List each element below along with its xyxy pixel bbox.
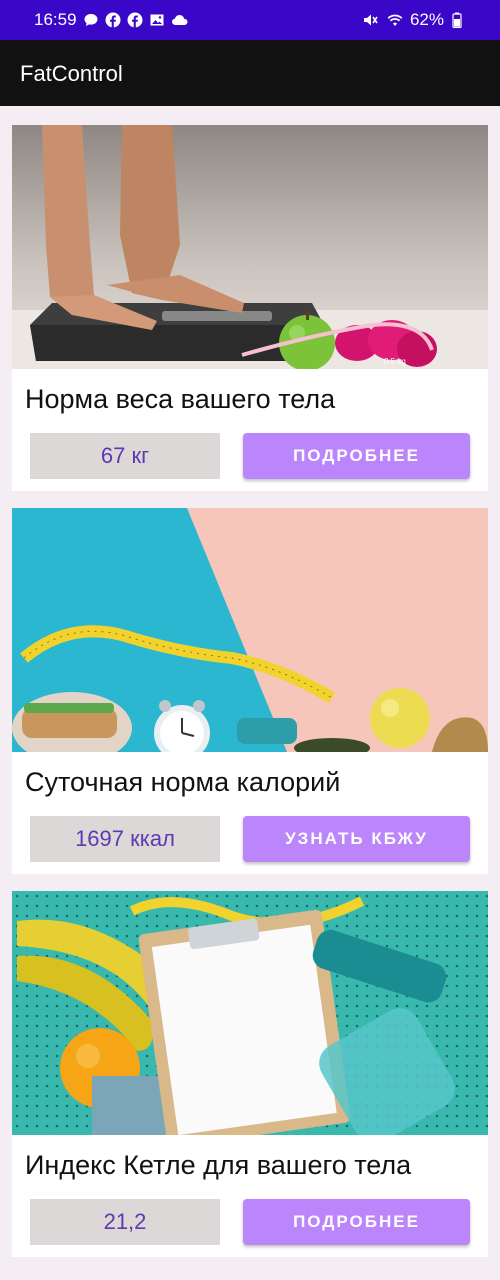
- message-icon: [83, 12, 99, 28]
- svg-text:0.5 kg: 0.5 kg: [384, 357, 406, 366]
- facebook-icon: [105, 12, 121, 28]
- card-weight-norm: 0.5 kg Норма веса вашего тела 67 кг ПОДР…: [12, 125, 488, 491]
- details-button[interactable]: ПОДРОБНЕЕ: [243, 433, 470, 479]
- battery-percent: 62%: [409, 10, 444, 29]
- card-daily-calories: Суточная норма калорий 1697 ккал УЗНАТЬ …: [12, 508, 488, 874]
- status-left: 16:59: [34, 10, 188, 30]
- calories-value: 1697 ккал: [30, 816, 220, 862]
- find-kbzhu-button[interactable]: УЗНАТЬ КБЖУ: [243, 816, 470, 862]
- status-bar: 16:59 62%: [0, 0, 500, 40]
- card-title: Норма веса вашего тела: [25, 384, 336, 414]
- status-right: 62%: [362, 10, 468, 30]
- fitness-food-image: [12, 508, 488, 752]
- card-quetelet-index: Индекс Кетле для вашего тела 21,2 ПОДРОБ…: [12, 891, 488, 1257]
- cloud-icon: [171, 12, 188, 28]
- wifi-icon: [386, 12, 403, 28]
- status-time: 16:59: [34, 10, 77, 29]
- app-bar: FatControl: [0, 40, 500, 106]
- battery-icon: [452, 12, 468, 28]
- mute-icon: [362, 12, 378, 28]
- clipboard-fruit-image: [12, 891, 488, 1135]
- scale-feet-image: 0.5 kg: [12, 125, 488, 369]
- card-title: Индекс Кетле для вашего тела: [25, 1150, 412, 1180]
- gallery-icon: [149, 12, 165, 28]
- details-button[interactable]: ПОДРОБНЕЕ: [243, 1199, 470, 1245]
- facebook-icon: [127, 12, 143, 28]
- app-title: FatControl: [20, 61, 123, 86]
- card-title: Суточная норма калорий: [25, 767, 341, 797]
- quetelet-value: 21,2: [30, 1199, 220, 1245]
- weight-value: 67 кг: [30, 433, 220, 479]
